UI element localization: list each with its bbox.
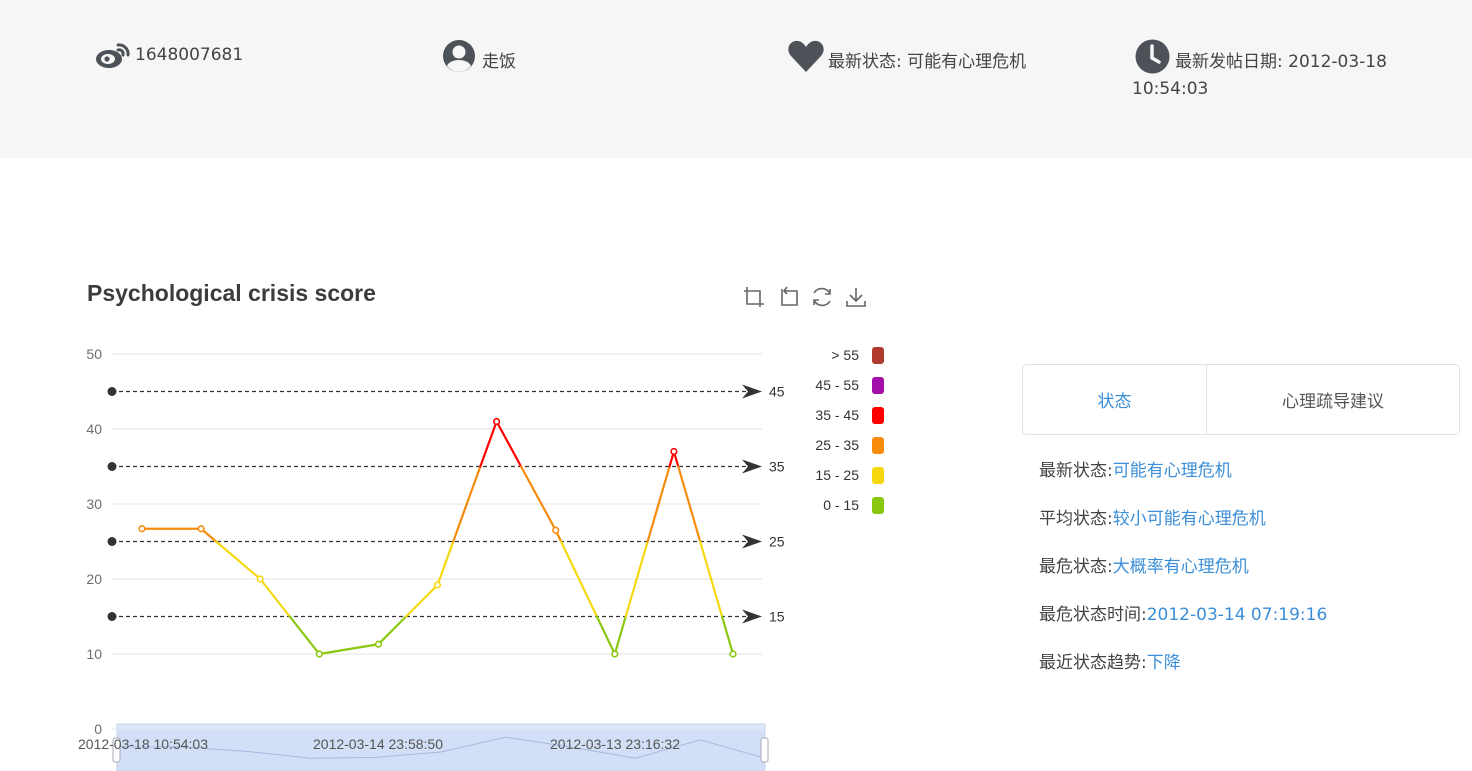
data-point xyxy=(256,575,264,583)
legend-label: 25 - 35 xyxy=(815,437,859,453)
series-line-segment xyxy=(479,420,498,468)
zoom-handle-right[interactable] xyxy=(760,737,769,763)
data-point xyxy=(729,650,737,658)
data-point xyxy=(433,581,442,589)
series-line-segment xyxy=(595,615,616,656)
series-line-segment xyxy=(318,643,380,656)
data-point xyxy=(552,526,560,534)
tab-counseling-advice[interactable]: 心理疏导建议 xyxy=(1207,365,1459,434)
legend-swatch xyxy=(872,497,884,514)
y-tick-label: 30 xyxy=(86,496,102,512)
series-line-segment xyxy=(613,615,627,656)
y-tick-label: 10 xyxy=(86,646,102,662)
status-latest: 最新状态:可能有心理危机 xyxy=(1039,461,1232,481)
zoom-time-label: 2012-03-14 23:58:50 xyxy=(313,736,443,752)
status-trend: 最近状态趋势:下降 xyxy=(1039,653,1181,673)
data-point xyxy=(374,640,383,648)
status-average: 平均状态:较小可能有心理危机 xyxy=(1039,509,1266,529)
series-line-segment xyxy=(436,540,455,587)
y-tick-label: 50 xyxy=(86,346,102,362)
zoom-time-label: 2012-03-18 10:54:03 xyxy=(78,736,208,752)
series-line-segment xyxy=(404,583,439,618)
latest-post-item: 最新发帖日期: 2012-03-18 10:54:03 xyxy=(1132,39,1412,103)
legend-label: > 55 xyxy=(831,347,859,363)
legend-swatch xyxy=(872,347,884,364)
y-tick-label: 40 xyxy=(86,421,102,437)
threshold-label: 15 xyxy=(769,609,785,625)
data-point xyxy=(197,525,205,533)
data-point xyxy=(138,525,146,533)
legend-swatch xyxy=(872,407,884,424)
tab-status[interactable]: 状态 xyxy=(1023,365,1207,434)
legend-label: 45 - 55 xyxy=(815,377,859,393)
status-tabs: 状态 心理疏导建议 xyxy=(1022,364,1460,435)
series-line-segment xyxy=(519,465,557,532)
threshold-label: 25 xyxy=(769,534,785,550)
data-point xyxy=(670,447,678,456)
legend-label: 35 - 45 xyxy=(815,407,859,423)
y-tick-label: 0 xyxy=(94,721,102,737)
threshold-start-marker xyxy=(107,462,117,471)
series-line-segment xyxy=(720,615,735,656)
legend-swatch xyxy=(872,377,884,394)
zoom-time-label: 2012-03-13 23:16:32 xyxy=(550,736,680,752)
threshold-start-marker xyxy=(107,537,117,546)
legend-label: 15 - 25 xyxy=(815,467,859,483)
legend-label: 0 - 15 xyxy=(823,497,859,513)
status-worst: 最危状态:大概率有心理危机 xyxy=(1039,557,1249,577)
series-line-segment xyxy=(377,615,408,646)
threshold-start-marker xyxy=(107,612,117,621)
threshold-label: 45 xyxy=(769,384,785,400)
status-worst-time: 最危状态时间:2012-03-14 07:19:16 xyxy=(1039,605,1328,625)
crisis-score-chart: 0 10 20 30 40 50 45 35 25 15 > 55 45 - 55 35 - 45 25 … xyxy=(78,346,884,771)
data-point xyxy=(493,417,501,426)
series-line-segment xyxy=(495,420,523,468)
legend-swatch xyxy=(872,467,884,484)
series-line-segment xyxy=(288,615,321,656)
data-point xyxy=(611,650,619,658)
latest-post-date: 最新发帖日期: 2012-03-18 xyxy=(1175,52,1387,72)
latest-post-time: 10:54:03 xyxy=(1132,79,1209,99)
y-tick-label: 20 xyxy=(86,571,102,587)
clock-icon xyxy=(1135,39,1170,83)
legend-swatch xyxy=(872,437,884,454)
series-line-segment xyxy=(214,540,262,581)
threshold-label: 35 xyxy=(769,459,785,475)
series-line-segment xyxy=(259,577,291,618)
threshold-start-marker xyxy=(107,387,117,396)
data-point xyxy=(315,650,323,658)
